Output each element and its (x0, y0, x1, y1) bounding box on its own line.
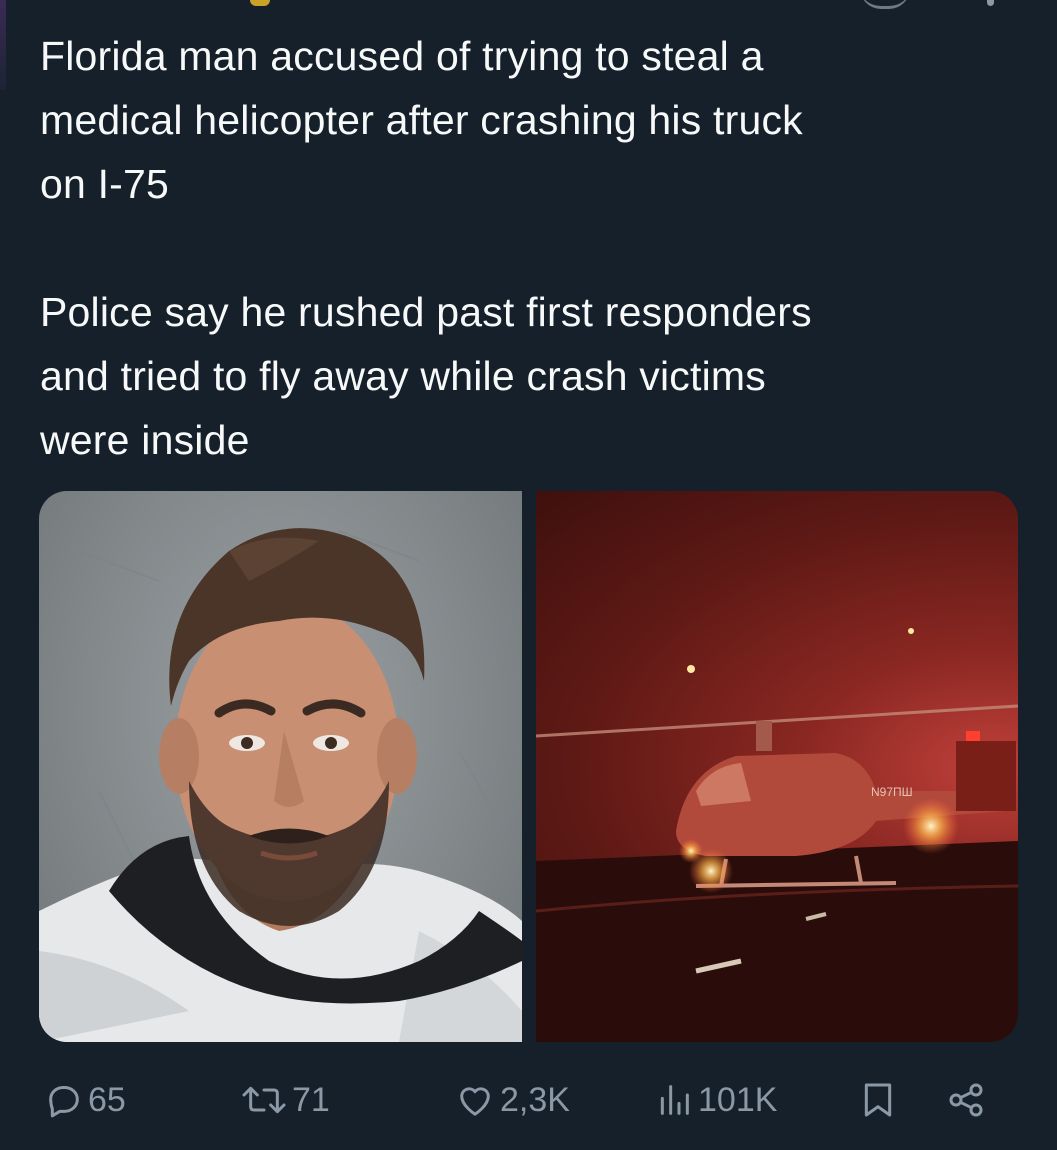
retweet-count: 71 (292, 1080, 330, 1119)
helicopter-photo[interactable]: N97ПШ (536, 491, 1018, 1042)
share-button[interactable] (944, 1080, 988, 1120)
mugshot-photo[interactable] (39, 491, 522, 1042)
previous-header-fragment (0, 0, 1057, 90)
reply-icon (49, 1086, 79, 1118)
tweet-text: Florida man accused of trying to steal a… (40, 33, 812, 463)
more-options-icon[interactable] (987, 0, 994, 6)
avatar-edge (0, 0, 6, 90)
views-count: 101K (698, 1080, 778, 1119)
retweet-icon (242, 1086, 286, 1114)
bookmark-button[interactable] (860, 1080, 896, 1120)
share-icon (949, 1083, 983, 1117)
grok-icon[interactable] (860, 0, 910, 9)
views-icon (660, 1085, 689, 1115)
verified-badge-icon (250, 0, 270, 6)
bookmark-icon (864, 1083, 892, 1117)
reply-count: 65 (88, 1080, 126, 1119)
tweet-actions: 65 71 2,3K 101K (0, 1060, 1057, 1140)
media-grid[interactable]: N97ПШ (39, 491, 1018, 1042)
reply-button[interactable]: 65 (44, 1080, 126, 1120)
helicopter-tail-number: N97ПШ (871, 785, 913, 799)
heart-icon (460, 1087, 490, 1116)
views-button[interactable]: 101K (654, 1080, 777, 1120)
like-count: 2,3K (500, 1080, 570, 1119)
like-button[interactable]: 2,3K (454, 1080, 570, 1120)
retweet-button[interactable]: 71 (240, 1080, 330, 1120)
